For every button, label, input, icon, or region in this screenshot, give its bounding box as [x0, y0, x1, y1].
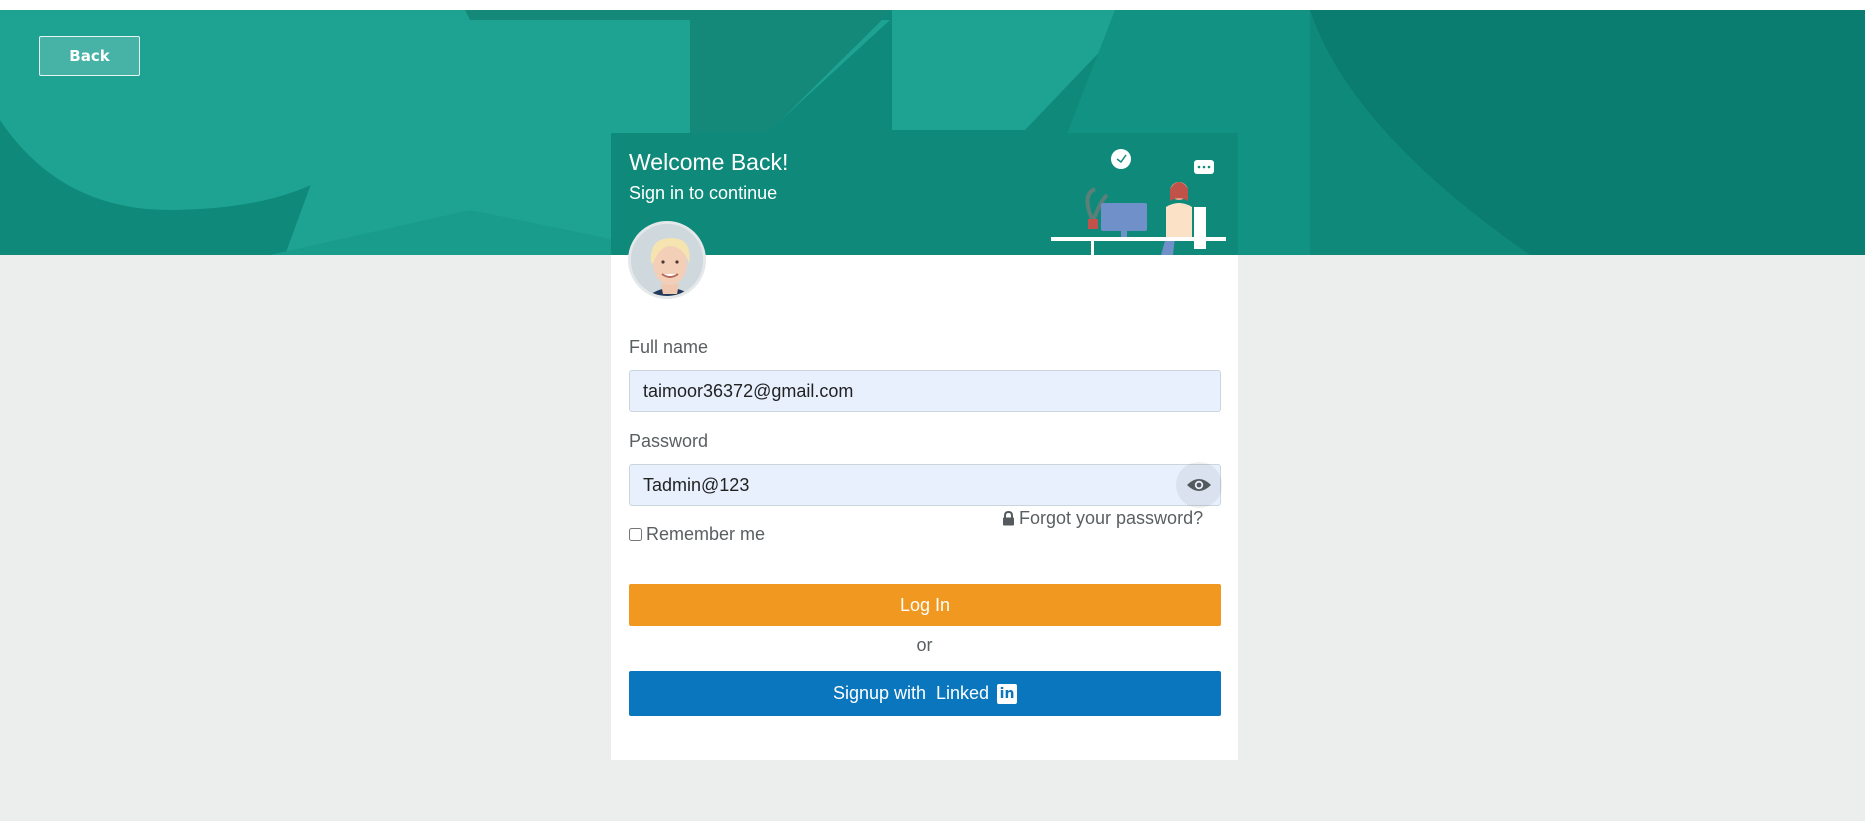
- welcome-title: Welcome Back!: [629, 149, 789, 175]
- linkedin-icon: in: [997, 683, 1018, 704]
- password-input[interactable]: Tadmin@123: [629, 464, 1221, 506]
- remember-me[interactable]: Remember me: [629, 524, 765, 545]
- avatar-image: [631, 224, 703, 296]
- remember-checkbox[interactable]: [629, 528, 642, 541]
- forgot-password-link[interactable]: Forgot your password?: [1002, 508, 1203, 529]
- welcome-subtitle: Sign in to continue: [629, 183, 778, 203]
- password-label: Password: [629, 431, 709, 451]
- fullname-label: Full name: [629, 337, 709, 357]
- remember-label: Remember me: [646, 524, 766, 544]
- fullname-input[interactable]: taimoor36372@gmail.com: [629, 370, 1221, 412]
- eye-icon: [1187, 479, 1211, 491]
- lock-icon: [1003, 511, 1014, 526]
- avatar: [628, 221, 706, 299]
- login-button[interactable]: Log In: [629, 584, 1221, 626]
- back-button[interactable]: Back: [39, 36, 140, 76]
- card-header: Welcome Back! Sign in to continue: [611, 133, 1238, 255]
- forgot-password-label: Forgot your password?: [1019, 508, 1204, 528]
- linkedin-signup-label: Signup with Linked: [832, 683, 990, 703]
- login-card: Welcome Back! Sign in to continue Full n…: [611, 133, 1238, 760]
- office-illustration: [1051, 149, 1226, 255]
- top-strip: [0, 0, 1865, 10]
- linkedin-signup-button[interactable]: Signup with Linked in: [629, 671, 1221, 716]
- toggle-password-button[interactable]: [1176, 462, 1222, 508]
- or-divider: or: [916, 635, 933, 655]
